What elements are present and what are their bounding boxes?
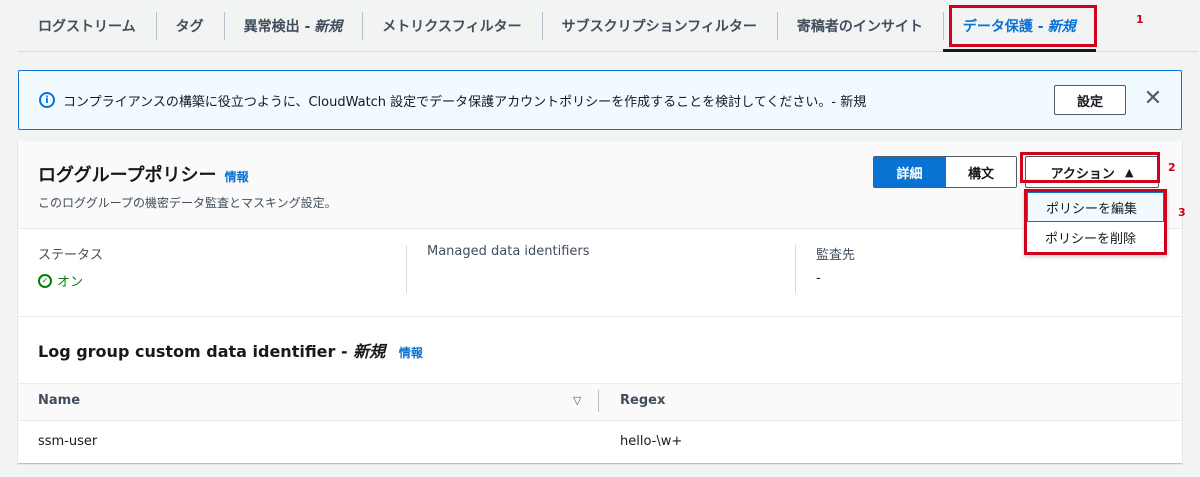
annotation-number: 1 xyxy=(1136,13,1144,26)
divider xyxy=(795,245,796,293)
tab-bar: ログストリーム タグ 異常検出 - 新規 メトリクスフィルター サブスクリプション… xyxy=(18,0,1198,52)
menu-item-delete-policy[interactable]: ポリシーを削除 xyxy=(1027,222,1164,252)
panel-title: ロググループポリシー 情報 xyxy=(38,161,249,187)
cell-name: ssm-user xyxy=(38,434,98,449)
info-link[interactable]: 情報 xyxy=(399,346,423,360)
view-toggle: 詳細 構文 xyxy=(873,156,1017,188)
cell-regex: hello-\w+ xyxy=(620,434,683,449)
audit-destination-label: 監査先 xyxy=(816,248,856,263)
tab-label: ログストリーム xyxy=(38,18,136,35)
new-badge: 新規 xyxy=(353,342,386,361)
detail-view-button[interactable]: 詳細 xyxy=(874,157,945,187)
tab-label: 寄稿者のインサイト xyxy=(796,18,923,35)
policy-panel: ロググループポリシー 情報 このロググループの機密データ監査とマスキング設定。 詳… xyxy=(18,141,1186,463)
section-divider xyxy=(18,316,1182,317)
divider xyxy=(406,245,407,293)
tab-label: 異常検出 - xyxy=(243,18,311,35)
tab-contributor-insights[interactable]: 寄稿者のインサイト xyxy=(776,0,943,51)
status-text: オン xyxy=(57,275,84,290)
check-circle-icon: ✓ xyxy=(38,273,52,288)
tab-tags[interactable]: タグ xyxy=(155,0,224,51)
tab-data-protection[interactable]: データ保護 - 新規 xyxy=(942,0,1097,52)
tab-anomaly-detection[interactable]: 異常検出 - 新規 xyxy=(223,0,363,51)
status-field: ステータス ✓ オン xyxy=(38,244,103,296)
menu-item-edit-policy[interactable]: ポリシーを編集 xyxy=(1027,192,1164,222)
actions-menu: ポリシーを編集 ポリシーを削除 xyxy=(1024,189,1167,255)
panel-description: このロググループの機密データ監査とマスキング設定。 xyxy=(38,196,337,210)
managed-identifiers-label: Managed data identifiers xyxy=(427,244,590,259)
table-header xyxy=(18,383,1182,421)
highlight-box xyxy=(948,5,1097,47)
tab-subscription-filters[interactable]: サブスクリプションフィルター xyxy=(541,0,777,51)
info-icon: i xyxy=(39,92,55,108)
settings-button[interactable]: 設定 xyxy=(1054,85,1126,115)
info-banner: i コンプライアンスの構築に役立つように、CloudWatch 設定でデータ保護… xyxy=(18,70,1182,130)
status-label: ステータス xyxy=(38,248,104,263)
column-resizer[interactable] xyxy=(598,390,599,412)
status-value: ✓ オン xyxy=(38,271,103,290)
annotation-number: 3 xyxy=(1178,206,1186,219)
tab-label: タグ xyxy=(175,18,204,35)
section-title-text: Log group custom data identifier - xyxy=(38,342,348,361)
tab-log-streams[interactable]: ログストリーム xyxy=(18,0,156,51)
column-header-name[interactable]: Name xyxy=(38,393,80,408)
highlight-box xyxy=(1020,152,1160,183)
sort-down-icon[interactable]: ▽ xyxy=(573,394,581,407)
annotation-number: 2 xyxy=(1168,161,1176,174)
panel-title-text: ロググループポリシー xyxy=(38,165,217,186)
new-badge: 新規 xyxy=(314,18,343,35)
audit-destination-field: 監査先 - xyxy=(816,244,855,296)
tab-metric-filters[interactable]: メトリクスフィルター xyxy=(362,0,541,51)
syntax-view-button[interactable]: 構文 xyxy=(945,157,1016,187)
tab-label: サブスクリプションフィルター xyxy=(561,18,757,35)
tab-label: メトリクスフィルター xyxy=(382,18,522,35)
audit-destination-value: - xyxy=(816,271,821,286)
info-link[interactable]: 情報 xyxy=(225,170,249,184)
column-header-regex[interactable]: Regex xyxy=(620,393,665,408)
banner-message: コンプライアンスの構築に役立つように、CloudWatch 設定でデータ保護アカ… xyxy=(63,94,867,110)
close-icon[interactable]: ✕ xyxy=(1143,88,1163,110)
custom-identifier-title: Log group custom data identifier - 新規 情報 xyxy=(38,338,423,362)
managed-identifiers-field: Managed data identifiers xyxy=(427,244,590,296)
